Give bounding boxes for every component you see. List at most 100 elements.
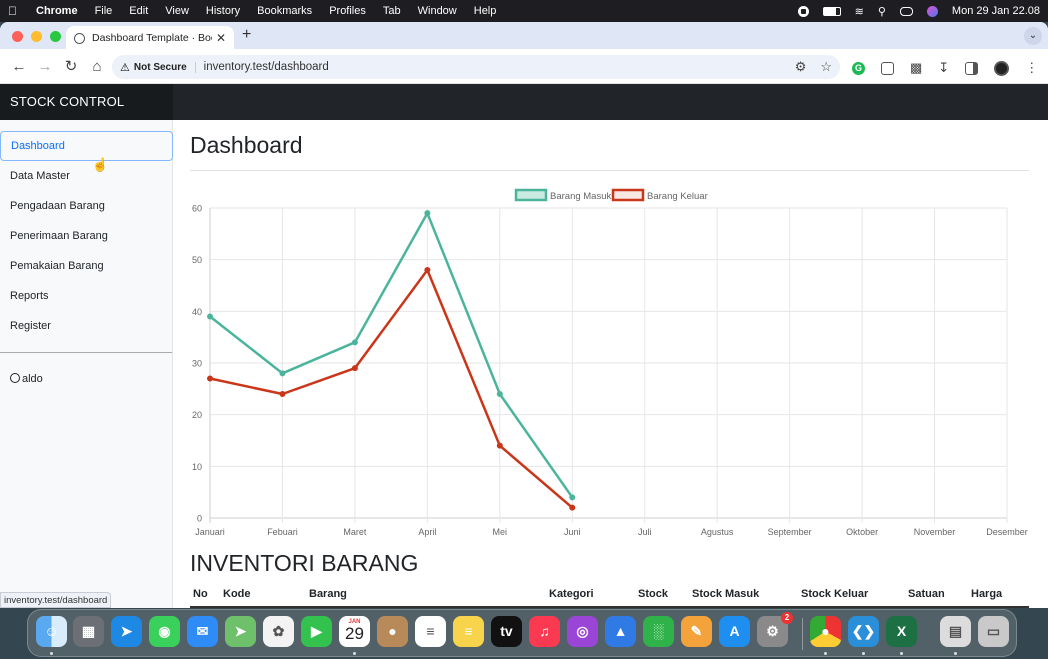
data-point: [424, 267, 431, 273]
maps-icon[interactable]: ➤: [225, 616, 256, 647]
user-circle-icon: [10, 373, 20, 383]
x-tick-label: Mei: [493, 527, 508, 537]
sidebar-item-data-master[interactable]: Data Master: [0, 161, 172, 191]
trash-icon[interactable]: ▭: [978, 616, 1009, 647]
url-text[interactable]: inventory.test/dashboard: [204, 61, 329, 73]
menu-edit[interactable]: Edit: [129, 5, 148, 17]
sidebar-item-register[interactable]: Register: [0, 311, 172, 341]
battery-icon[interactable]: [822, 6, 841, 16]
siri-icon[interactable]: [926, 5, 938, 17]
finder-icon[interactable]: ☺: [36, 616, 67, 647]
music-icon[interactable]: ♫: [529, 616, 560, 647]
control-center-icon[interactable]: [899, 6, 913, 16]
browser-tab[interactable]: Dashboard Template · Bootst ✕: [66, 26, 234, 50]
grammarly-icon[interactable]: G: [852, 61, 865, 75]
facetime-icon[interactable]: ▶: [301, 616, 332, 647]
data-point: [351, 365, 358, 372]
data-point: [569, 504, 576, 511]
menu-file[interactable]: File: [95, 5, 113, 17]
appstore-icon[interactable]: A: [719, 616, 750, 647]
apple-icon[interactable]: : [8, 4, 22, 18]
reminders-icon[interactable]: ≡: [415, 616, 446, 647]
x-tick-label: Desember: [986, 527, 1028, 537]
warning-icon[interactable]: ⚠: [120, 61, 130, 74]
macos-dock: ☺ ▦ ➤ ◉ ✉ ➤ ✿ ▶ JAN 29 ● ≡ ≡ tv ♫ ◎ ▲ ░ ✎ A ⚙ 2 ● ❮❯ X ▤ ▭: [27, 609, 1017, 657]
menu-window[interactable]: Window: [418, 5, 457, 17]
brand-title[interactable]: STOCK CONTROL: [0, 84, 173, 120]
home-icon[interactable]: ⌂: [84, 58, 110, 75]
th-kategori: Kategori: [549, 588, 594, 600]
minimize-window-button[interactable]: [31, 31, 42, 42]
menu-tab[interactable]: Tab: [383, 5, 401, 17]
extension-box-icon[interactable]: [881, 61, 894, 75]
tv-icon[interactable]: tv: [491, 616, 522, 647]
spotlight-icon[interactable]: ⚲: [878, 5, 886, 18]
profile-avatar[interactable]: [994, 60, 1010, 76]
tab-search-icon[interactable]: ⌄: [1024, 27, 1042, 45]
back-icon[interactable]: ←: [6, 58, 32, 75]
new-tab-icon[interactable]: +: [242, 26, 251, 44]
menu-datetime[interactable]: Mon 29 Jan 22.08: [952, 5, 1040, 17]
security-label[interactable]: Not Secure: [134, 61, 196, 73]
user-menu[interactable]: aldo: [0, 373, 172, 385]
close-tab-icon[interactable]: ✕: [216, 31, 226, 45]
sidebar-divider: [0, 352, 172, 353]
sidebar-item-reports[interactable]: Reports: [0, 281, 172, 311]
user-name[interactable]: aldo: [22, 373, 43, 385]
mail-icon[interactable]: ✉: [187, 616, 218, 647]
safari-icon[interactable]: ➤: [111, 616, 142, 647]
settings-icon[interactable]: ⚙ 2: [757, 612, 793, 647]
x-tick-label: Juli: [638, 527, 652, 537]
page-title: Dashboard: [190, 132, 303, 158]
forward-icon[interactable]: →: [32, 58, 58, 75]
menu-history[interactable]: History: [206, 5, 240, 17]
photos-icon[interactable]: ✿: [263, 616, 294, 647]
launchpad-icon[interactable]: ▦: [73, 616, 104, 647]
wifi-icon[interactable]: ≋: [855, 5, 864, 18]
running-indicator: [954, 652, 957, 655]
podcasts-icon[interactable]: ◎: [567, 616, 598, 647]
zoom-window-button[interactable]: [50, 31, 61, 42]
title-divider: [190, 170, 1029, 171]
menu-help[interactable]: Help: [474, 5, 497, 17]
macos-menu-bar:  Chrome File Edit View History Bookmark…: [0, 0, 1048, 22]
vscode-icon[interactable]: ❮❯: [848, 616, 879, 647]
kebab-menu-icon[interactable]: ⋮: [1025, 60, 1038, 76]
numbers-icon[interactable]: ░: [643, 616, 674, 647]
bookmark-star-icon[interactable]: ☆: [820, 59, 832, 75]
screen-record-icon[interactable]: [797, 5, 809, 17]
address-bar[interactable]: ⚠ Not Secure inventory.test/dashboard ⚙ …: [112, 55, 840, 79]
calendar-icon[interactable]: JAN 29: [339, 616, 370, 647]
pages-icon[interactable]: ✎: [681, 616, 712, 647]
settings-badge: 2: [781, 612, 793, 624]
menu-view[interactable]: View: [165, 5, 189, 17]
sidebar-item-pengadaan-barang[interactable]: Pengadaan Barang: [0, 191, 172, 221]
excel-icon[interactable]: X: [886, 616, 917, 647]
x-tick-label: April: [418, 527, 436, 537]
data-point: [496, 391, 503, 397]
running-indicator: [900, 652, 903, 655]
menu-bookmarks[interactable]: Bookmarks: [257, 5, 312, 17]
line-chart: 0 10 20 30 40 50 60 Januari Febuari Maret April Mei…: [192, 188, 1028, 537]
sidebar-item-pemakaian-barang[interactable]: Pemakaian Barang: [0, 251, 172, 281]
keynote-icon[interactable]: ▲: [605, 616, 636, 647]
sidebar-item-dashboard[interactable]: Dashboard: [0, 131, 173, 161]
puzzle-icon[interactable]: ▩: [910, 60, 922, 76]
sidebar-item-penerimaan-barang[interactable]: Penerimaan Barang: [0, 221, 172, 251]
running-indicator: [862, 652, 865, 655]
menu-profiles[interactable]: Profiles: [329, 5, 366, 17]
messages-icon[interactable]: ◉: [149, 616, 180, 647]
close-window-button[interactable]: [12, 31, 23, 42]
preview-icon[interactable]: ▤: [940, 616, 971, 647]
notes-icon[interactable]: ≡: [453, 616, 484, 647]
password-key-icon[interactable]: ⚙: [795, 59, 807, 75]
chrome-icon[interactable]: ●: [810, 616, 841, 647]
th-stock-keluar: Stock Keluar: [801, 588, 869, 600]
reload-icon[interactable]: ↻: [58, 57, 84, 75]
status-bar-url: inventory.test/dashboard: [0, 592, 112, 608]
menu-app-name[interactable]: Chrome: [36, 5, 78, 17]
download-icon[interactable]: ↧: [938, 60, 949, 76]
mouse-pointer-icon: ☝: [92, 157, 109, 172]
side-panel-icon[interactable]: [965, 61, 979, 75]
contacts-icon[interactable]: ●: [377, 616, 408, 647]
